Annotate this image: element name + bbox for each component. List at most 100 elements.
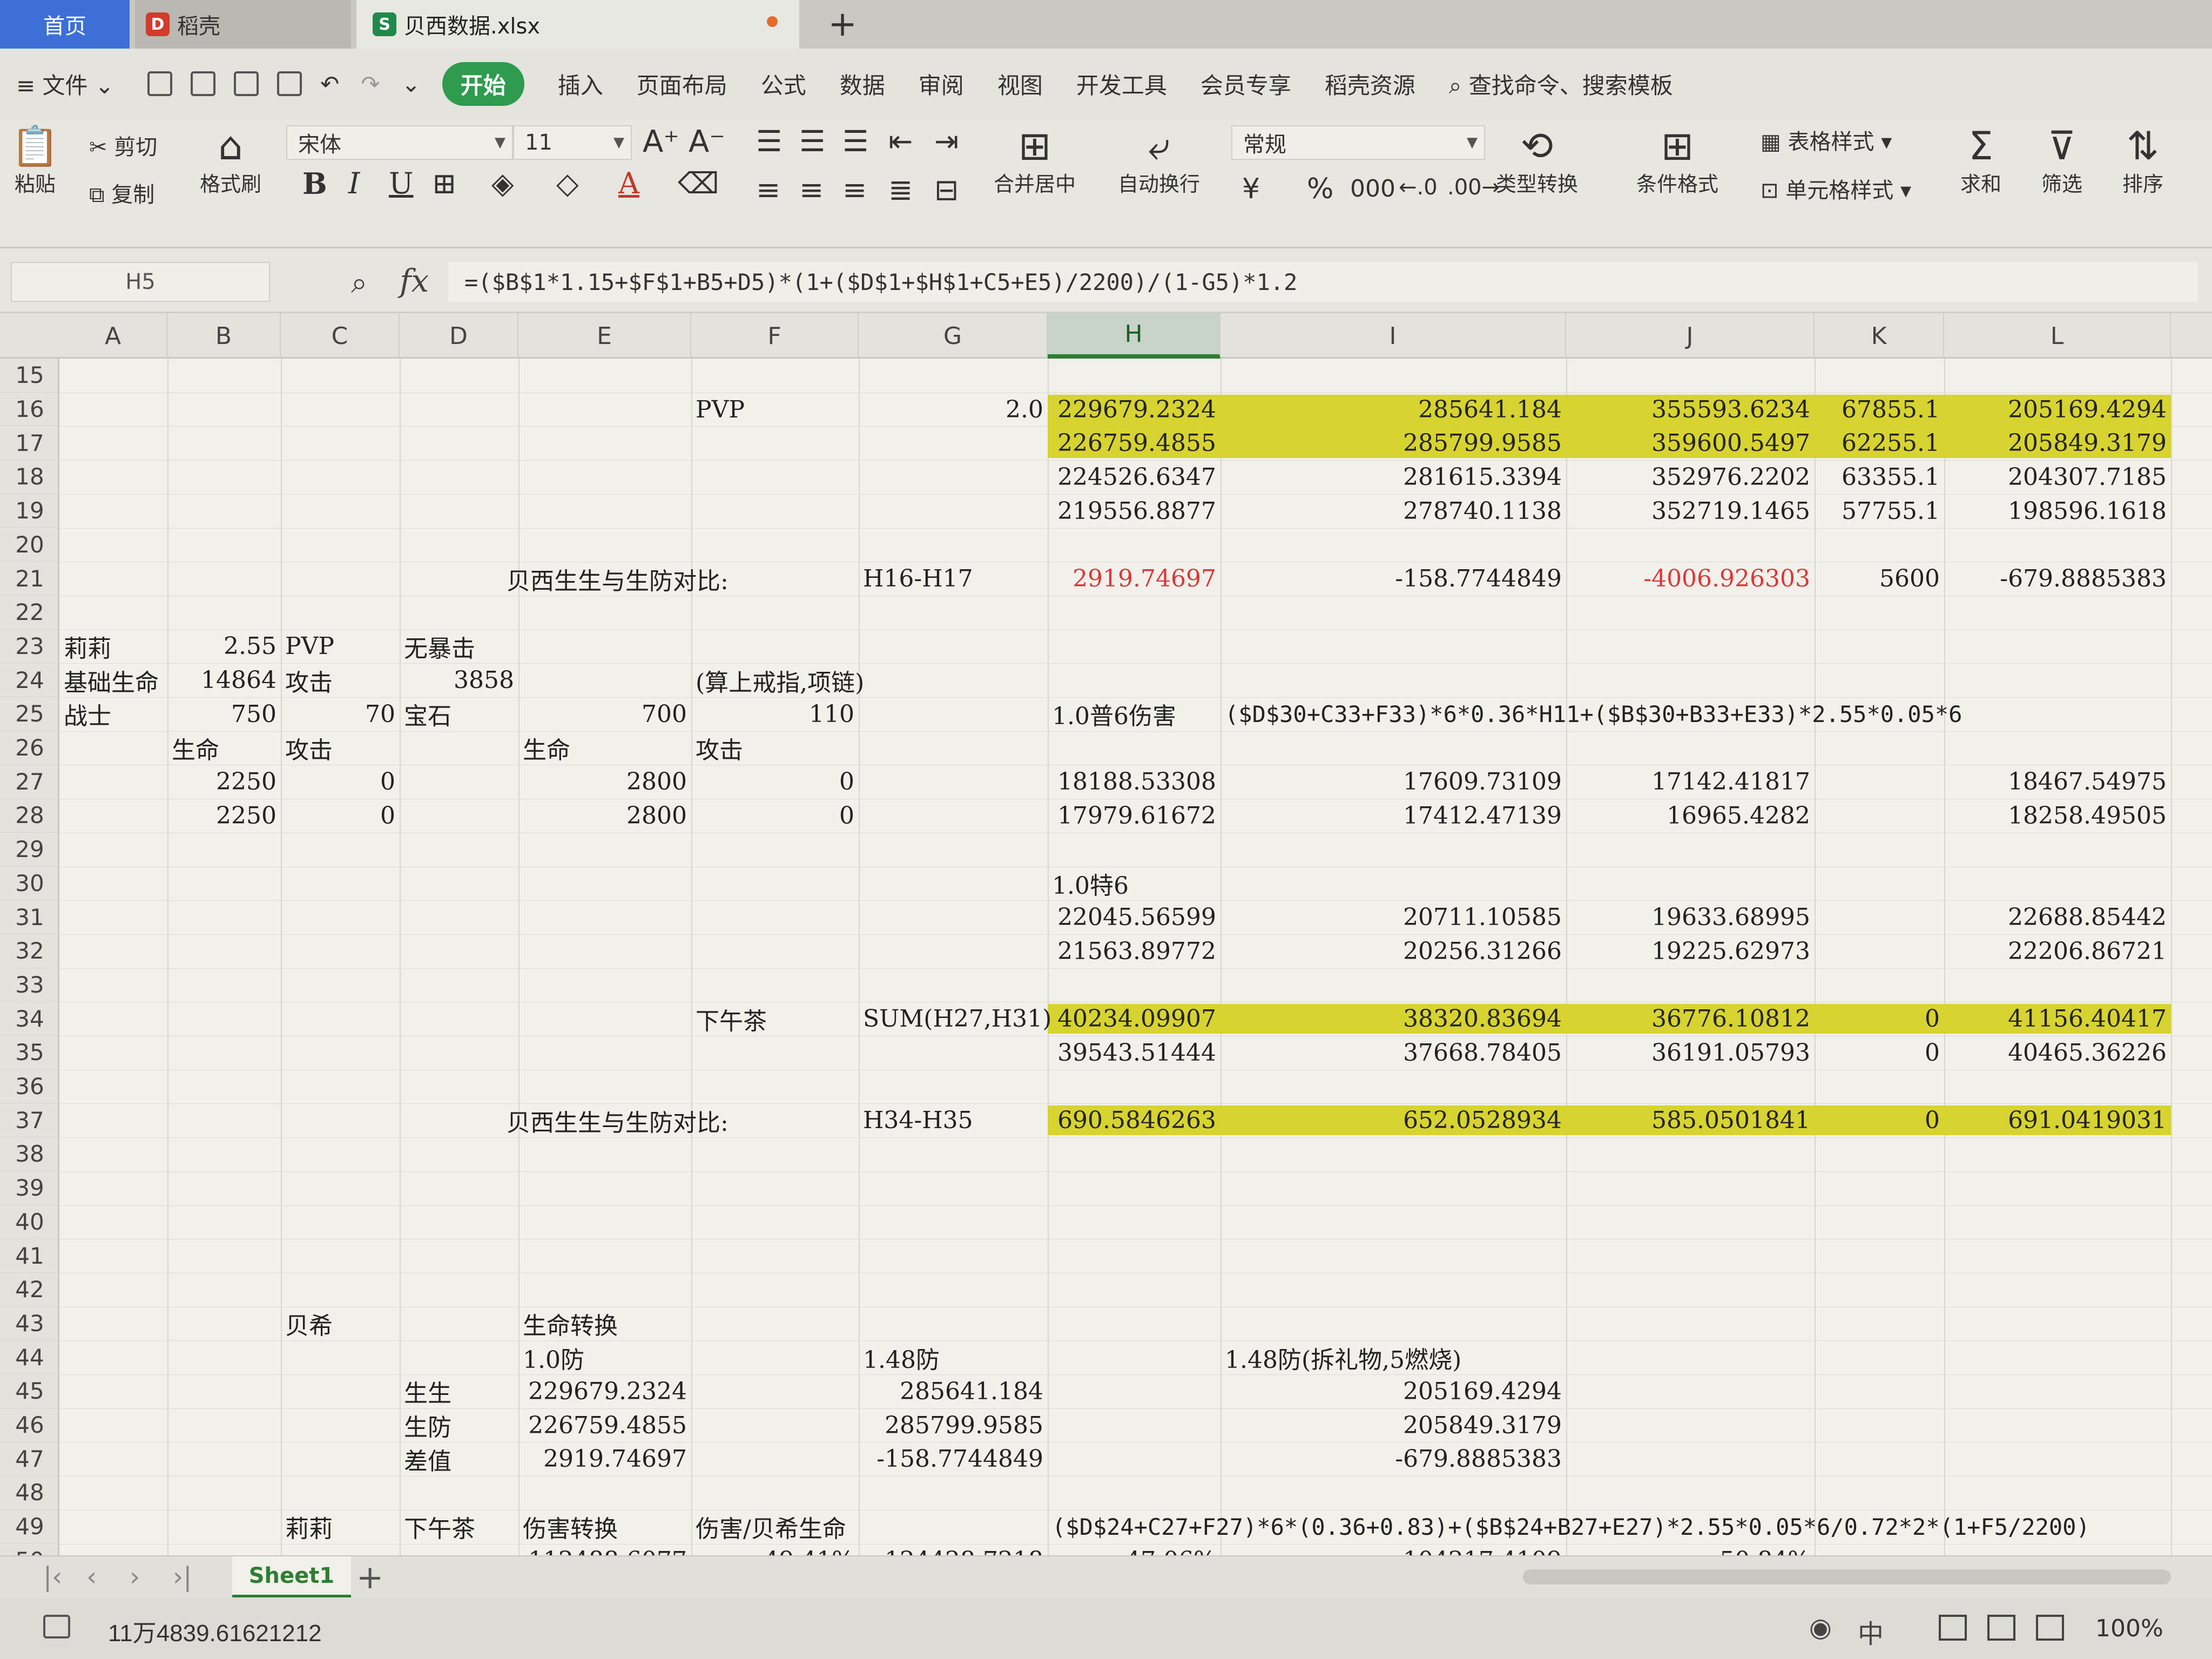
cell-l18[interactable]: 204307.7185 [1944, 460, 2171, 494]
sort-button[interactable]: ⇅ 排序 [2122, 124, 2163, 197]
cell-h32[interactable]: 21563.89772 [1048, 934, 1220, 968]
cell-j17[interactable]: 359600.5497 [1566, 426, 1815, 460]
cell-e27[interactable]: 2800 [518, 765, 691, 799]
paste-button[interactable]: 📋 粘贴 [11, 124, 59, 197]
cell-b25[interactable]: 750 [167, 697, 281, 731]
cell-a24[interactable]: 基础生命 [59, 663, 167, 697]
cell-i21[interactable]: -158.7744849 [1220, 562, 1566, 596]
row-header-18[interactable]: 18 [0, 460, 59, 494]
save-icon[interactable] [147, 71, 173, 96]
eraser-icon[interactable]: ⌫ [678, 166, 719, 200]
cell-j21[interactable]: -4006.926303 [1566, 562, 1815, 596]
cell-k35[interactable]: 0 [1815, 1036, 1944, 1070]
font-color-button[interactable]: A [618, 166, 639, 200]
cell-g46[interactable]: 285799.9585 [859, 1408, 1048, 1442]
cell-d25[interactable]: 宝石 [400, 697, 518, 731]
row-header-24[interactable]: 24 [0, 663, 59, 697]
cell-k21[interactable]: 5600 [1815, 562, 1944, 596]
menu-start[interactable]: 开始 [442, 62, 524, 106]
copy-button[interactable]: ⧉ 复制 [89, 177, 154, 208]
cell-k18[interactable]: 63355.1 [1815, 460, 1944, 494]
cell-g21[interactable]: H16-H17 [859, 562, 1048, 596]
column-header-c[interactable]: C [281, 313, 400, 359]
cell-g44[interactable]: 1.48防 [859, 1340, 1048, 1374]
cell-style-button[interactable]: ⊡ 单元格样式 ▾ [1761, 173, 1911, 204]
decimal-decrease-icon[interactable]: .00→ [1447, 175, 1500, 200]
cell-j16[interactable]: 355593.6234 [1566, 393, 1815, 427]
cell-g34[interactable]: SUM(H27,H31) [859, 1002, 1051, 1036]
export-icon[interactable] [191, 71, 216, 96]
indent-increase-icon[interactable]: ⇥ [934, 124, 959, 158]
column-header-g[interactable]: G [859, 313, 1048, 359]
align-center-icon[interactable]: ≡ [799, 173, 824, 207]
bold-button[interactable]: B [302, 166, 327, 201]
row-header-39[interactable]: 39 [0, 1171, 59, 1205]
cell-k19[interactable]: 57755.1 [1815, 494, 1944, 528]
percent-button[interactable]: % [1307, 173, 1333, 205]
cell-h27[interactable]: 18188.53308 [1048, 765, 1220, 799]
last-sheet-icon[interactable]: ›| [173, 1562, 192, 1592]
cell-area[interactable]: PVP 2.0 229679.2324 285641.184 355593.6234 67… [59, 359, 2212, 1555]
thousands-button[interactable]: 000 [1350, 175, 1395, 203]
customize-icon[interactable]: ⌄ [402, 71, 421, 97]
row-header-40[interactable]: 40 [0, 1205, 59, 1239]
cell-f28[interactable]: 0 [691, 799, 859, 833]
filter-button[interactable]: ⊽ 筛选 [2041, 124, 2082, 197]
page-break-view-icon[interactable] [2036, 1615, 2064, 1641]
align-top-icon[interactable]: ☰ [756, 124, 782, 158]
cell-e26[interactable]: 生命 [518, 731, 691, 765]
zoom-search-icon[interactable]: ⌕ [351, 266, 367, 300]
cell-i31[interactable]: 20711.10585 [1220, 900, 1566, 934]
undo-icon[interactable]: ↶ [320, 71, 339, 97]
cell-i32[interactable]: 20256.31266 [1220, 934, 1566, 968]
cell-e47[interactable]: 2919.74697 [518, 1442, 691, 1476]
cell-h34[interactable]: 40234.09907 [1048, 1002, 1220, 1036]
cell-f27[interactable]: 0 [691, 765, 859, 799]
cell-h28[interactable]: 17979.61672 [1048, 799, 1220, 833]
redo-icon[interactable]: ↷ [361, 71, 380, 97]
cell-f24[interactable]: (算上戒指,项链) [691, 663, 1048, 697]
cell-b24[interactable]: 14864 [167, 663, 281, 697]
align-middle-icon[interactable]: ☰ [799, 124, 825, 158]
cell-h30[interactable]: 1.0特6 [1048, 867, 1220, 901]
row-header-45[interactable]: 45 [0, 1374, 59, 1408]
cell-a23[interactable]: 莉莉 [59, 630, 167, 664]
menu-developer[interactable]: 开发工具 [1076, 68, 1167, 100]
underline-button[interactable]: U [389, 166, 414, 200]
cell-f50[interactable]: 49.41% [691, 1544, 859, 1555]
row-header-29[interactable]: 29 [0, 833, 59, 867]
cell-j18[interactable]: 352976.2202 [1566, 460, 1815, 494]
format-painter-button[interactable]: ⌂ 格式刷 [200, 124, 261, 197]
type-convert-button[interactable]: ⟲ 类型转换 [1496, 124, 1578, 197]
cell-k17[interactable]: 62255.1 [1815, 426, 1944, 460]
cell-e50[interactable]: 112488.6077 [518, 1544, 691, 1555]
cell-h21[interactable]: 2919.74697 [1048, 562, 1220, 596]
cell-l17[interactable]: 205849.3179 [1944, 426, 2171, 460]
cell-e28[interactable]: 2800 [518, 799, 691, 833]
cell-l34[interactable]: 41156.40417 [1944, 1002, 2171, 1036]
cell-l32[interactable]: 22206.86721 [1944, 934, 2171, 968]
row-header-26[interactable]: 26 [0, 731, 59, 765]
row-header-30[interactable]: 30 [0, 867, 59, 901]
row-header-19[interactable]: 19 [0, 494, 59, 528]
table-style-button[interactable]: ▦ 表格样式 ▾ [1761, 124, 1892, 156]
cell-h19[interactable]: 219556.8877 [1048, 494, 1220, 528]
cell-d47[interactable]: 差值 [400, 1442, 518, 1476]
cell-i16[interactable]: 285641.184 [1220, 393, 1566, 427]
column-header-i[interactable]: I [1220, 313, 1566, 359]
cell-c25[interactable]: 70 [281, 697, 400, 731]
menu-page-layout[interactable]: 页面布局 [637, 68, 727, 100]
menu-daoke-resources[interactable]: 稻壳资源 [1325, 68, 1415, 100]
cell-l16[interactable]: 205169.4294 [1944, 393, 2171, 427]
cell-i47[interactable]: -679.8885383 [1220, 1442, 1566, 1476]
cell-d23[interactable]: 无暴击 [400, 630, 518, 664]
font-shrink-button[interactable]: A⁻ [689, 124, 725, 159]
cell-g37[interactable]: H34-H35 [859, 1103, 1048, 1137]
menu-view[interactable]: 视图 [997, 68, 1043, 100]
row-header-32[interactable]: 32 [0, 934, 59, 968]
row-header-21[interactable]: 21 [0, 562, 59, 596]
cell-h31[interactable]: 22045.56599 [1048, 900, 1220, 934]
cell-e44[interactable]: 1.0防 [518, 1340, 691, 1374]
wrap-text-button[interactable]: ⤶ 自动换行 [1118, 124, 1200, 197]
cell-e25[interactable]: 700 [518, 697, 691, 731]
